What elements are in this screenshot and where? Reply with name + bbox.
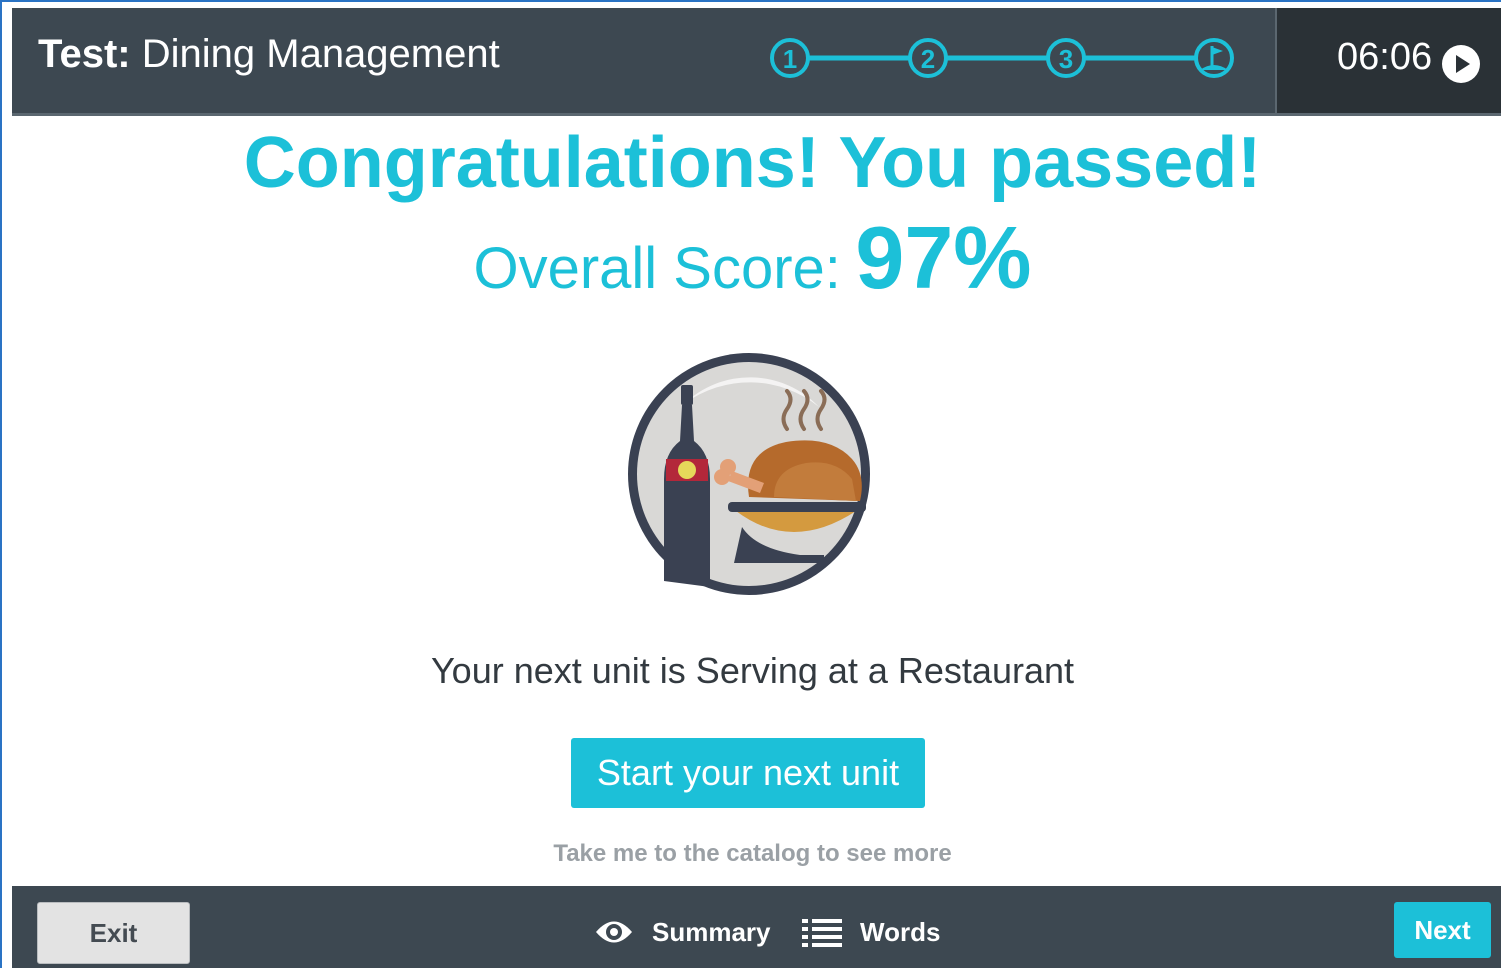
score-value: 97% [855,208,1032,307]
flag-icon [1194,38,1234,78]
app-frame: Test: Dining Management 1 2 3 06:06 Cong… [0,0,1501,968]
summary-label: Summary [652,916,771,947]
exit-button[interactable]: Exit [37,902,190,964]
step-3-label: 3 [1059,44,1073,74]
footer-bar: Exit Summary Words Next [12,886,1501,968]
page-title: Test: Dining Management [38,32,500,77]
step-2: 2 [908,38,948,78]
congrats-heading: Congratulations! You passed! [243,123,1262,203]
words-label: Words [860,916,941,947]
title-name: Dining Management [141,32,500,76]
summary-button[interactable]: Summary [594,910,771,954]
score-line: Overall Score: 97% [2,207,1501,309]
catalog-link[interactable]: Take me to the catalog to see more [2,840,1501,868]
list-icon [802,919,842,947]
header-bar: Test: Dining Management 1 2 3 06:06 [12,8,1501,116]
words-button[interactable]: Words [802,910,940,954]
step-1-label: 1 [783,44,797,74]
dining-icon [628,353,870,595]
step-3: 3 [1046,38,1086,78]
play-icon[interactable] [1441,44,1481,84]
progress-tracker: 1 2 3 [768,36,1236,80]
score-label: Overall Score: [473,236,841,301]
eye-icon [596,921,632,943]
step-2-label: 2 [921,44,935,74]
start-next-unit-button[interactable]: Start your next unit [571,738,925,808]
step-1: 1 [770,38,810,78]
progress-tracker-graphic: 1 2 3 [770,38,1234,78]
timer: 06:06 [1275,8,1501,113]
next-button[interactable]: Next [1394,902,1491,958]
next-unit-text: Your next unit is Serving at a Restauran… [430,650,1075,691]
title-prefix: Test: [38,32,131,76]
timer-text: 06:06 [1337,36,1433,78]
